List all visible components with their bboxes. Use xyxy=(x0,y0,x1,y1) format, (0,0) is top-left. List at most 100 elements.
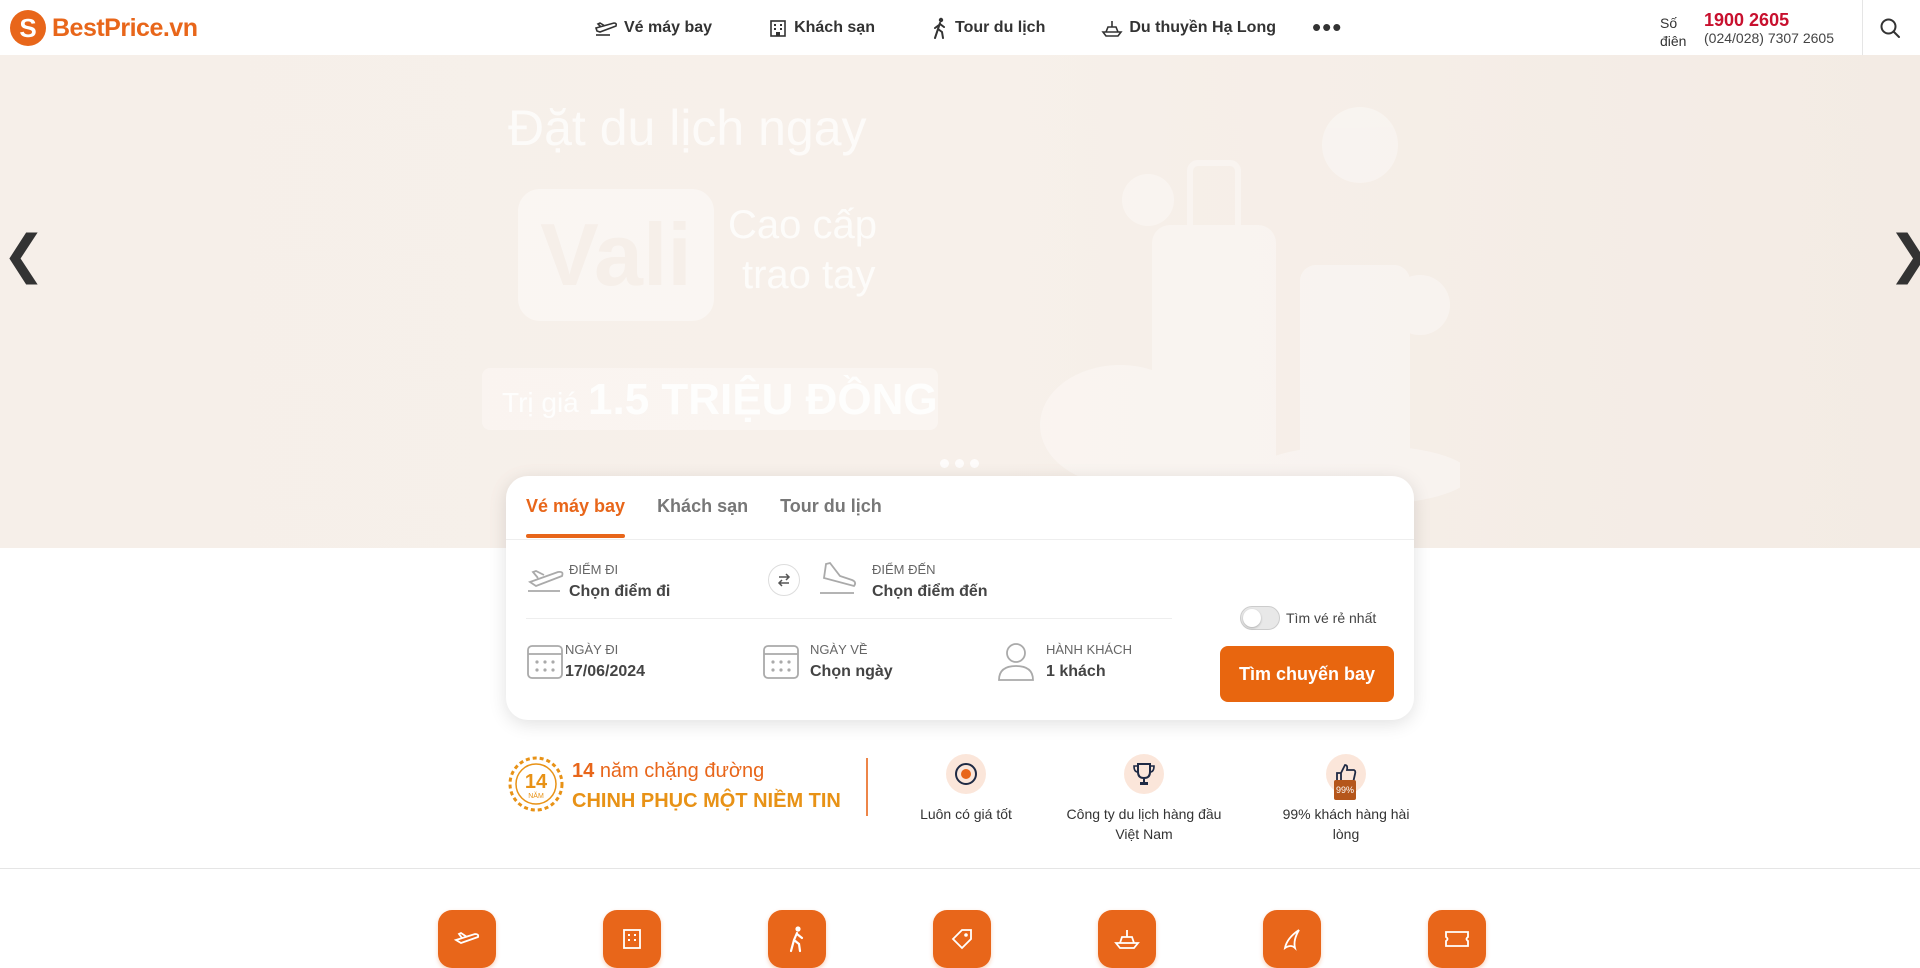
price-value: 1.5 TRIỆU ĐỒNG xyxy=(588,375,938,424)
search-tabs: Vé máy bay Khách sạn Tour du lịch xyxy=(526,496,914,538)
feature-best-price: Luôn có giá tốt xyxy=(886,754,1046,824)
ticket-category-icon[interactable] xyxy=(1428,910,1486,968)
walker-icon xyxy=(933,17,945,39)
search-button[interactable] xyxy=(1876,14,1904,42)
depart-date-label: NGÀY ĐI xyxy=(565,642,619,657)
vali-subtitle-2: trao tay xyxy=(742,253,876,297)
nav-cruises[interactable]: Du thuyền Hạ Long xyxy=(1101,19,1276,37)
tab-flights[interactable]: Vé máy bay xyxy=(526,496,626,538)
tab-hotels[interactable]: Khách sạn xyxy=(657,496,748,536)
hotline-alt-number[interactable]: (024/028) 7307 2605 xyxy=(1704,30,1834,46)
return-date-label: NGÀY VỀ xyxy=(810,642,868,657)
trust-section: 14 NĂM 14 năm chặng đường CHINH PHỤC MỘT… xyxy=(506,754,1414,850)
badge-sub: NĂM xyxy=(528,791,544,800)
feature-satisfaction-text: 99% khách hàng hài lòng xyxy=(1282,806,1410,842)
nav-hotels-label: Khách sạn xyxy=(794,18,875,36)
search-icon xyxy=(1880,18,1900,38)
cruise-category-icon[interactable] xyxy=(1098,910,1156,968)
tour-category-icon[interactable] xyxy=(768,910,826,968)
destination-label: ĐIỂM ĐẾN xyxy=(872,562,936,577)
nav-tours-label: Tour du lịch xyxy=(954,18,1046,36)
deal-category-icon[interactable] xyxy=(933,910,991,968)
calendar-icon xyxy=(527,645,563,679)
origin-label: ĐIỂM ĐI xyxy=(569,562,619,577)
nav-hotels[interactable]: Khách sạn xyxy=(768,19,875,37)
vali-box: Vali xyxy=(518,189,714,321)
main-nav: Vé máy bay Khách sạn Tour du lịch Du thu… xyxy=(594,0,1342,55)
hotel-icon xyxy=(770,19,786,37)
cheapest-toggle-label: Tìm vé rẻ nhất xyxy=(1286,610,1377,626)
banner-prev-arrow[interactable]: ❮ xyxy=(2,225,46,285)
logo-mark-icon: S xyxy=(10,10,46,46)
cruise-icon xyxy=(1101,20,1123,37)
origin-field[interactable]: ĐIỂM ĐI Chọn điểm đi xyxy=(569,562,670,601)
nav-flights[interactable]: Vé máy bay xyxy=(594,19,712,37)
depart-date-field[interactable]: NGÀY ĐI 17/06/2024 xyxy=(565,642,645,681)
fields-divider xyxy=(526,618,1172,619)
banner-next-arrow[interactable]: ❯ xyxy=(1888,225,1920,285)
banner-headline: Đặt du lịch ngay xyxy=(508,100,867,156)
feature-best-price-text: Luôn có giá tốt xyxy=(920,806,1012,822)
header-divider xyxy=(1862,0,1863,55)
airline-category-icon[interactable] xyxy=(1263,910,1321,968)
badge-number: 14 xyxy=(525,771,548,793)
depart-date-value: 17/06/2024 xyxy=(565,663,646,680)
trust-separator xyxy=(866,758,868,816)
category-icons xyxy=(438,910,1486,968)
nav-tours[interactable]: Tour du lịch xyxy=(931,17,1045,39)
logo-text: BestPrice.vn xyxy=(52,13,198,42)
satisfaction-badge: 99% xyxy=(1334,780,1357,800)
cheapest-toggle[interactable]: Tìm vé rẻ nhất xyxy=(1240,606,1376,630)
years-text: năm chặng đường xyxy=(599,760,765,782)
years-number: 14 xyxy=(572,760,595,782)
tabs-divider xyxy=(506,539,1414,540)
feature-leading-company-text: Công ty du lịch hàng đầu Việt Nam xyxy=(1066,806,1222,842)
thumbs-up-icon: 99% xyxy=(1326,754,1366,800)
bestprice-logo[interactable]: S BestPrice.vn xyxy=(10,10,198,46)
origin-value: Chọn điểm đi xyxy=(569,583,671,600)
suitcase-illustration-icon xyxy=(1040,107,1460,505)
price-prefix: Trị giá xyxy=(502,387,579,418)
banner-dot[interactable] xyxy=(955,459,964,468)
trust-slogan: CHINH PHỤC MỘT NIỀM TIN xyxy=(572,790,841,812)
passengers-value: 1 khách xyxy=(1046,663,1106,680)
section-divider xyxy=(0,868,1920,869)
swap-arrows-icon xyxy=(777,573,791,587)
banner-dots xyxy=(940,459,979,468)
trophy-icon xyxy=(1124,754,1164,794)
vali-subtitle-1: Cao cấp xyxy=(728,203,877,247)
nav-flights-label: Vé máy bay xyxy=(624,18,713,36)
vali-word: Vali xyxy=(540,205,692,304)
flight-category-icon[interactable] xyxy=(438,910,496,968)
flight-search-card: Vé máy bay Khách sạn Tour du lịch ĐIỂM Đ… xyxy=(506,476,1414,720)
return-date-field[interactable]: NGÀY VỀ Chọn ngày xyxy=(810,642,893,681)
years-tagline: 14 năm chặng đường xyxy=(572,760,764,783)
laurel-badge-icon: 14 NĂM xyxy=(508,756,564,812)
return-date-value: Chọn ngày xyxy=(810,663,893,680)
feature-satisfaction: 99% 99% khách hàng hài lòng xyxy=(1278,754,1414,844)
landing-icon xyxy=(820,561,857,594)
toggle-switch[interactable] xyxy=(1240,606,1280,630)
price-tag-icon xyxy=(946,754,986,794)
calendar-icon xyxy=(763,645,799,679)
nav-more-button[interactable]: ••• xyxy=(1312,12,1342,43)
banner-dot[interactable] xyxy=(940,459,949,468)
promo-banner[interactable]: Đặt du lịch ngay Vali Cao cấp trao tay T… xyxy=(0,55,1920,548)
swap-button[interactable] xyxy=(768,564,800,596)
destination-value: Chọn điểm đến xyxy=(872,583,988,600)
takeoff-icon xyxy=(528,570,564,592)
search-flights-button[interactable]: Tìm chuyến bay xyxy=(1220,646,1394,702)
passengers-label: HÀNH KHÁCH xyxy=(1046,642,1132,657)
phone-label: Số điện thoại xyxy=(1660,15,1687,46)
passenger-icon xyxy=(998,643,1034,681)
site-header: S BestPrice.vn Vé máy bay Khách sạn Tour… xyxy=(0,0,1920,56)
banner-dot[interactable] xyxy=(970,459,979,468)
hotline-number[interactable]: 1900 2605 xyxy=(1704,10,1789,31)
tab-tours[interactable]: Tour du lịch xyxy=(780,496,882,536)
plane-icon xyxy=(594,21,618,36)
hotel-category-icon[interactable] xyxy=(603,910,661,968)
feature-leading-company: Công ty du lịch hàng đầu Việt Nam xyxy=(1054,754,1234,844)
destination-field[interactable]: ĐIỂM ĐẾN Chọn điểm đến xyxy=(872,562,988,601)
nav-cruises-label: Du thuyền Hạ Long xyxy=(1129,18,1276,36)
passengers-field[interactable]: HÀNH KHÁCH 1 khách xyxy=(1046,642,1132,681)
